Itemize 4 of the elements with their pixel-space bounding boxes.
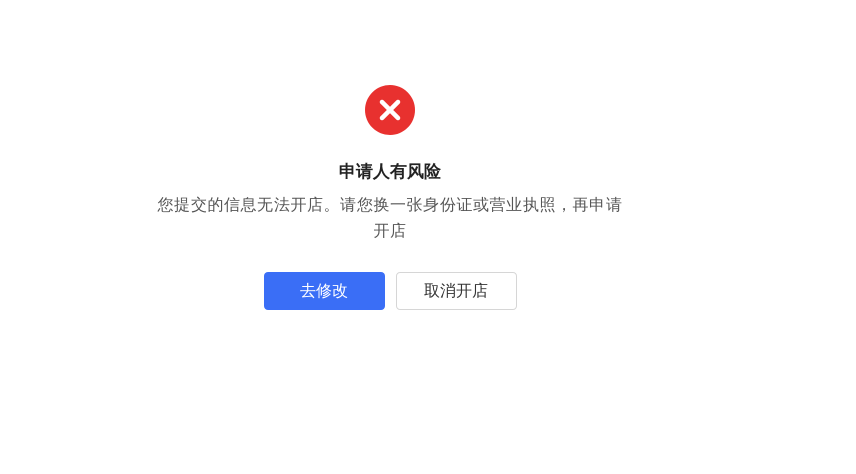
result-title: 申请人有风险 xyxy=(339,161,441,184)
result-description: 您提交的信息无法开店。请您换一张身份证或营业执照，再申请开店 xyxy=(156,194,624,242)
cancel-button[interactable]: 取消开店 xyxy=(396,272,516,310)
edit-button[interactable]: 去修改 xyxy=(264,272,384,310)
